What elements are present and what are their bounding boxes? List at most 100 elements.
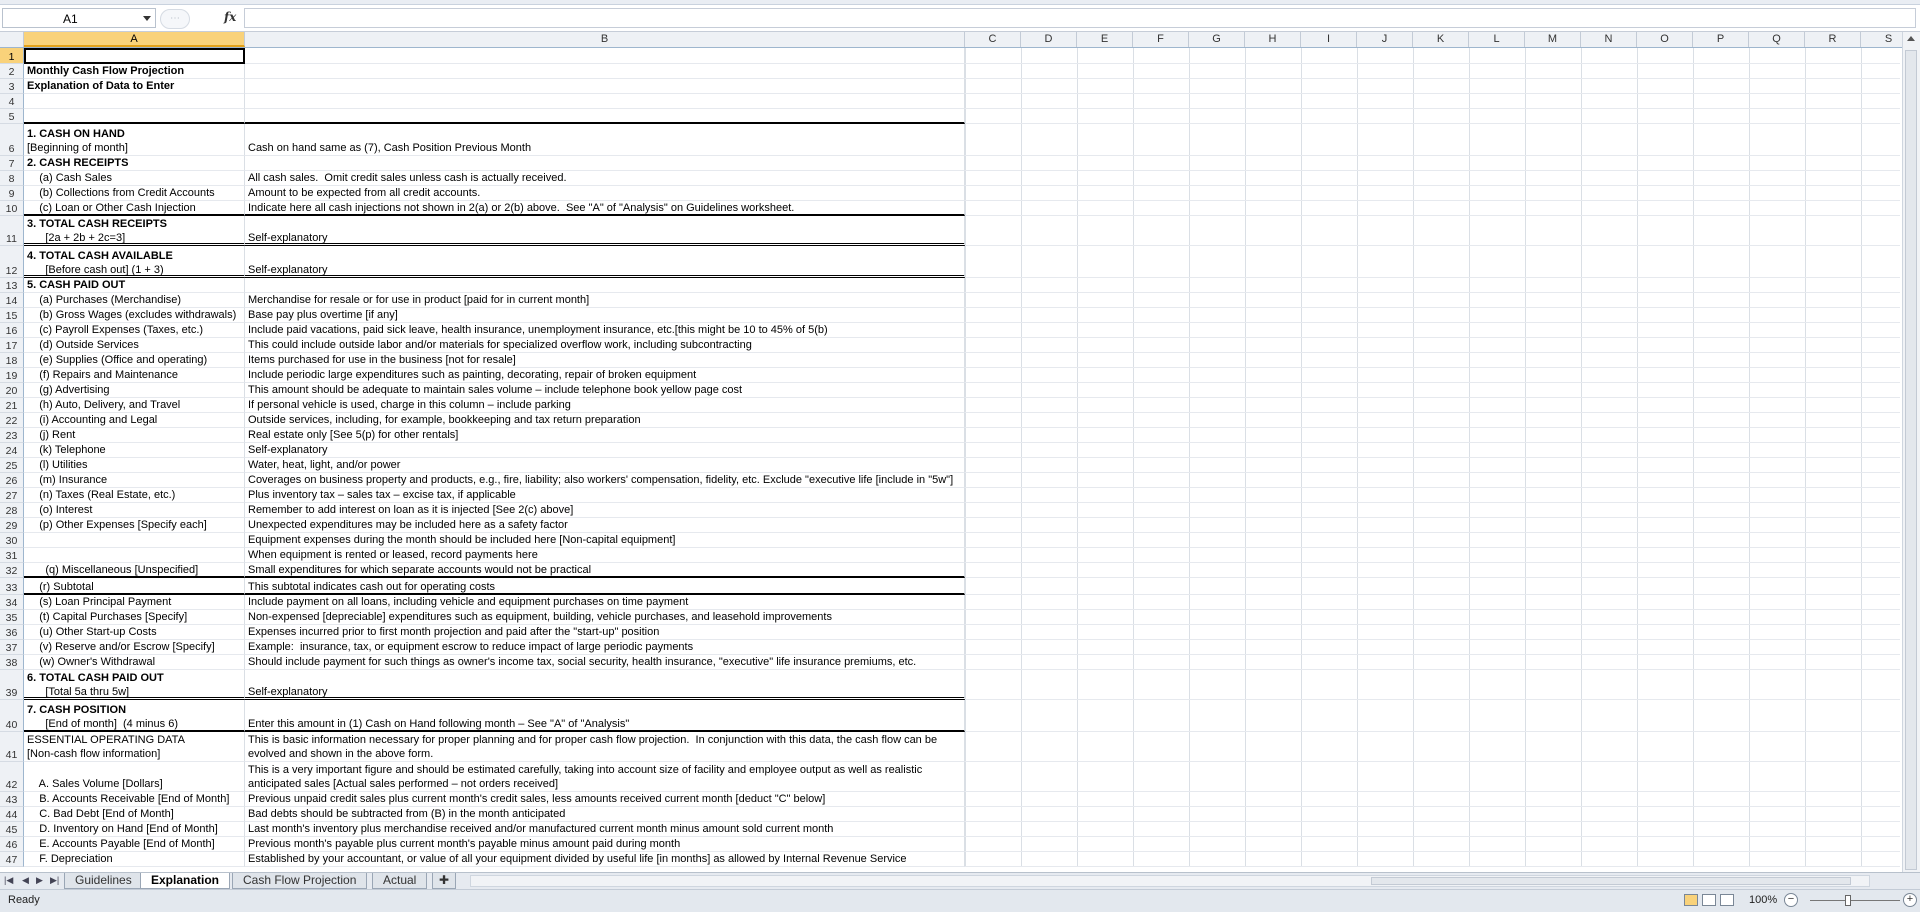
cell-label[interactable]: 5. CASH PAID OUT [24, 278, 245, 293]
row-header[interactable]: 21 [0, 398, 24, 413]
cell-label[interactable]: (b) Gross Wages (excludes withdrawals) [24, 308, 245, 323]
row-header[interactable]: 8 [0, 171, 24, 186]
row-header[interactable]: 30 [0, 533, 24, 548]
row-header[interactable]: 45 [0, 822, 24, 837]
row-header[interactable]: 34 [0, 595, 24, 610]
empty-cells[interactable] [965, 762, 1900, 792]
cell-label[interactable]: (o) Interest [24, 503, 245, 518]
row-header[interactable]: 22 [0, 413, 24, 428]
cell-explanation[interactable]: Small expenditures for which separate ac… [245, 563, 965, 578]
select-all-corner[interactable] [0, 32, 24, 47]
cell-label[interactable]: (g) Advertising [24, 383, 245, 398]
empty-cells[interactable] [965, 732, 1900, 762]
normal-view-icon[interactable] [1684, 894, 1698, 906]
cell-label[interactable]: 6. TOTAL CASH PAID OUT [Total 5a thru 5w… [24, 670, 245, 700]
zoom-out-icon[interactable]: − [1784, 893, 1798, 907]
row-header[interactable]: 32 [0, 563, 24, 578]
cell-label[interactable]: Explanation of Data to Enter [24, 79, 245, 94]
column-header-q[interactable]: Q [1749, 32, 1805, 47]
row-header[interactable]: 26 [0, 473, 24, 488]
cell-explanation[interactable]: All cash sales. Omit credit sales unless… [245, 171, 965, 186]
first-sheet-icon[interactable]: |◀ [4, 875, 13, 886]
empty-cells[interactable] [965, 216, 1900, 246]
zoom-level[interactable]: 100% [1749, 894, 1777, 906]
cell-explanation[interactable]: When equipment is rented or leased, reco… [245, 548, 965, 563]
row-header[interactable]: 40 [0, 700, 24, 732]
cell-label[interactable]: 7. CASH POSITION [End of month] (4 minus… [24, 700, 245, 732]
column-header-e[interactable]: E [1077, 32, 1133, 47]
empty-cells[interactable] [965, 700, 1900, 732]
cell-explanation[interactable] [245, 94, 965, 109]
row-header[interactable]: 36 [0, 625, 24, 640]
empty-cells[interactable] [965, 64, 1900, 79]
column-header-i[interactable]: I [1301, 32, 1357, 47]
column-header-n[interactable]: N [1581, 32, 1637, 47]
insert-sheet-icon[interactable]: ✚ [432, 873, 457, 889]
zoom-slider-thumb[interactable] [1845, 895, 1851, 906]
empty-cells[interactable] [965, 488, 1900, 503]
row-header[interactable]: 3 [0, 79, 24, 94]
empty-cells[interactable] [965, 548, 1900, 563]
row-header[interactable]: 39 [0, 670, 24, 700]
row-header[interactable]: 47 [0, 852, 24, 867]
cell-label[interactable] [24, 48, 245, 64]
row-header[interactable]: 19 [0, 368, 24, 383]
empty-cells[interactable] [965, 503, 1900, 518]
empty-cells[interactable] [965, 578, 1900, 595]
empty-cells[interactable] [965, 595, 1900, 610]
row-header[interactable]: 33 [0, 578, 24, 595]
cell-label[interactable]: (f) Repairs and Maintenance [24, 368, 245, 383]
column-header-h[interactable]: H [1245, 32, 1301, 47]
tab-guidelines[interactable]: Guidelines [64, 873, 143, 889]
cell-explanation[interactable]: Self-explanatory [245, 246, 965, 278]
row-header[interactable]: 44 [0, 807, 24, 822]
cell-label[interactable]: F. Depreciation [24, 852, 245, 867]
cell-explanation[interactable]: Established by your accountant, or value… [245, 852, 965, 867]
empty-cells[interactable] [965, 246, 1900, 278]
cell-explanation[interactable]: Bad debts should be subtracted from (B) … [245, 807, 965, 822]
cell-explanation[interactable]: Outside services, including, for example… [245, 413, 965, 428]
row-header[interactable]: 27 [0, 488, 24, 503]
row-header[interactable]: 18 [0, 353, 24, 368]
empty-cells[interactable] [965, 278, 1900, 293]
row-header[interactable]: 28 [0, 503, 24, 518]
cell-label[interactable]: D. Inventory on Hand [End of Month] [24, 822, 245, 837]
cell-label[interactable]: (m) Insurance [24, 473, 245, 488]
empty-cells[interactable] [965, 852, 1900, 867]
tab-explanation[interactable]: Explanation [140, 873, 231, 889]
insert-function-icon[interactable]: fx [224, 10, 236, 24]
empty-cells[interactable] [965, 473, 1900, 488]
cell-explanation[interactable]: Self-explanatory [245, 443, 965, 458]
cell-explanation[interactable]: Amount to be expected from all credit ac… [245, 186, 965, 201]
cell-explanation[interactable]: Items purchased for use in the business … [245, 353, 965, 368]
cell-explanation[interactable]: Expenses incurred prior to first month p… [245, 625, 965, 640]
cell-label[interactable]: 4. TOTAL CASH AVAILABLE [Before cash out… [24, 246, 245, 278]
column-header-a[interactable]: A [24, 32, 245, 47]
zoom-slider[interactable] [1810, 900, 1900, 901]
chevron-down-icon[interactable] [143, 16, 151, 21]
empty-cells[interactable] [965, 413, 1900, 428]
column-header-b[interactable]: B [245, 32, 965, 47]
empty-cells[interactable] [965, 807, 1900, 822]
cell-label[interactable]: (h) Auto, Delivery, and Travel [24, 398, 245, 413]
hscroll-thumb[interactable] [1371, 877, 1851, 885]
cell-explanation[interactable]: This subtotal indicates cash out for ope… [245, 578, 965, 595]
empty-cells[interactable] [965, 563, 1900, 578]
cell-label[interactable]: A. Sales Volume [Dollars] [24, 762, 245, 792]
empty-cells[interactable] [965, 428, 1900, 443]
page-layout-view-icon[interactable] [1702, 894, 1716, 906]
empty-cells[interactable] [965, 670, 1900, 700]
cell-explanation[interactable]: This amount should be adequate to mainta… [245, 383, 965, 398]
page-break-view-icon[interactable] [1720, 894, 1734, 906]
empty-cells[interactable] [965, 79, 1900, 94]
cell-label[interactable]: (j) Rent [24, 428, 245, 443]
empty-cells[interactable] [965, 533, 1900, 548]
row-header[interactable]: 16 [0, 323, 24, 338]
scroll-thumb[interactable] [1905, 50, 1917, 870]
row-header[interactable]: 6 [0, 124, 24, 156]
cell-label[interactable]: (c) Payroll Expenses (Taxes, etc.) [24, 323, 245, 338]
empty-cells[interactable] [965, 518, 1900, 533]
empty-cells[interactable] [965, 792, 1900, 807]
cell-explanation[interactable]: Non-expensed [depreciable] expenditures … [245, 610, 965, 625]
empty-cells[interactable] [965, 186, 1900, 201]
